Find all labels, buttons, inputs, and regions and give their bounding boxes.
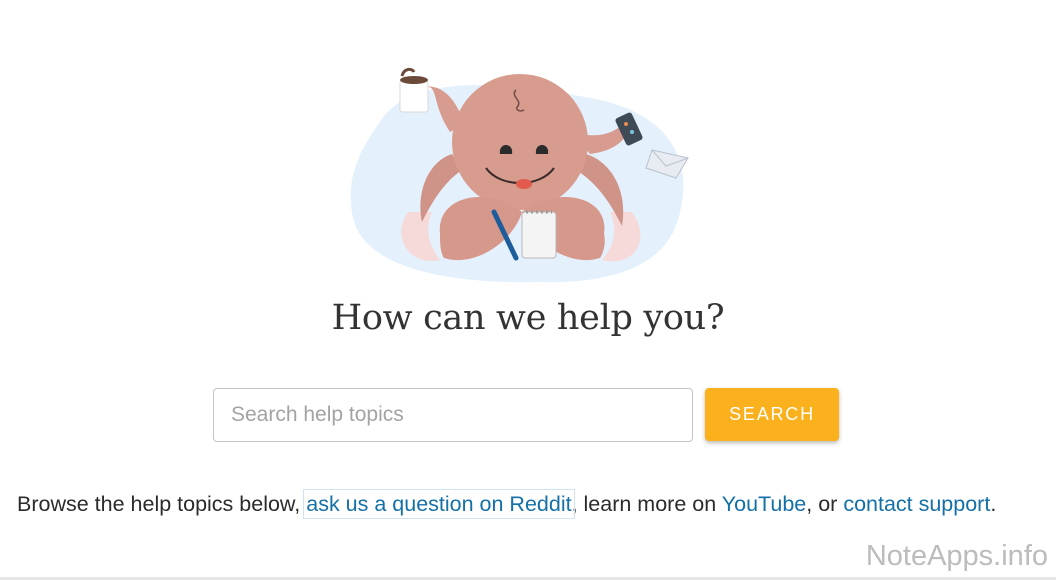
coffee-cup-icon <box>399 67 429 113</box>
octopus-head <box>452 74 588 210</box>
browse-suffix: . <box>990 492 997 516</box>
browse-or: , or <box>806 492 844 516</box>
search-button[interactable]: SEARCH <box>705 388 839 441</box>
octopus-illustration <box>340 62 700 290</box>
browse-middle: , learn more on <box>571 492 722 516</box>
youtube-link[interactable]: YouTube <box>722 492 807 516</box>
search-input[interactable] <box>213 388 693 442</box>
watermark: NoteApps.info <box>865 540 1048 572</box>
contact-support-link[interactable]: contact support <box>843 492 990 516</box>
reddit-link[interactable]: ask us a question on Reddit <box>303 489 575 519</box>
notepad-icon <box>521 210 557 259</box>
browse-help-text: Browse the help topics below, ask us a q… <box>17 489 1056 519</box>
browse-prefix: Browse the help topics below, <box>17 492 307 516</box>
page-headline: How can we help you? <box>331 298 725 338</box>
